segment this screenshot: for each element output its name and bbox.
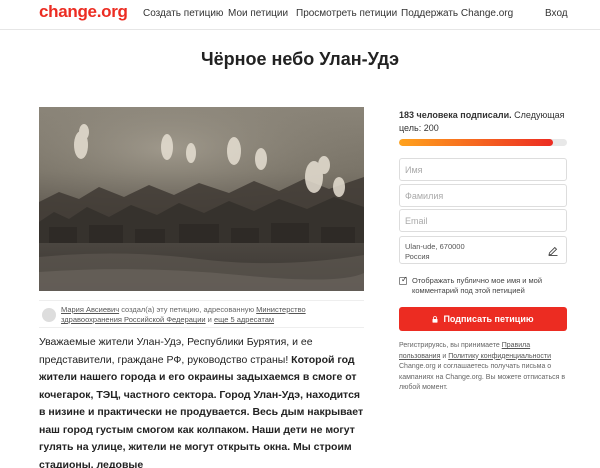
last-name-field[interactable] [399,184,567,207]
petition-photo [39,107,364,291]
author-name-link[interactable]: Мария Авсиевич [61,305,119,314]
email-field[interactable] [399,209,567,232]
smog-city-photo [39,107,364,291]
petition-body: Уважаемые жители Улан-Удэ, Республики Бу… [39,334,369,468]
more-recipients-link[interactable]: еще 5 адресатам [214,315,274,324]
privacy-link[interactable]: Политику конфиденциальности [448,353,551,360]
petition-body-intro: Уважаемые жители Улан-Удэ, Республики Бу… [39,336,313,366]
signature-count: 183 человека подписали. Следующая цель: … [399,109,571,135]
nav-my-petitions[interactable]: Мои петиции [228,8,288,19]
sign-petition-label: Подписать петицию [443,314,534,324]
address-city-zip: Ulan-ude, 670000 [405,242,465,251]
address-country: Россия [405,252,430,261]
author-and-text: и [205,315,214,324]
sign-petition-button[interactable]: Подписать петицию [399,307,567,331]
signature-progress-bar [399,139,567,146]
author-text: Мария Авсиевич создал(а) эту петицию, ад… [61,305,361,325]
petition-title: Чёрное небо Улан-Удэ [200,49,400,69]
legal-text-3: Change.org и соглашаетесь получать письм… [399,363,566,391]
author-avatar [42,308,56,322]
nav-create-petition[interactable]: Создать петицию [143,8,223,19]
author-created-text: создал(а) эту петицию, адресованную [119,305,257,314]
checkmark-icon: ✓ [401,275,408,284]
signature-progress-fill [399,139,553,146]
change-org-logo[interactable]: change.org [39,2,128,22]
legal-notice: Регистрируясь, вы принимаете Правила пол… [399,341,571,394]
signature-count-bold: 183 человека подписали. [399,110,512,120]
lock-icon [432,316,438,323]
pencil-edit-icon[interactable] [548,246,558,256]
legal-text-1: Регистрируясь, вы принимаете [399,342,502,349]
nav-browse-petitions[interactable]: Просмотреть петиции [296,8,397,19]
address-box[interactable]: Ulan-ude, 670000 Россия [399,236,567,264]
petition-body-bold: Которой год жители нашего города и его о… [39,353,364,468]
first-name-field[interactable] [399,158,567,181]
petition-author-row: Мария Авсиевич создал(а) эту петицию, ад… [39,300,364,328]
public-name-checkbox[interactable]: ✓ [399,275,408,285]
site-header: change.org Создать петицию Мои петиции П… [0,0,600,30]
nav-login[interactable]: Вход [545,8,568,19]
nav-support[interactable]: Поддержать Change.org [401,8,513,19]
public-name-label: Отображать публично мое имя и мой коммен… [412,276,543,295]
